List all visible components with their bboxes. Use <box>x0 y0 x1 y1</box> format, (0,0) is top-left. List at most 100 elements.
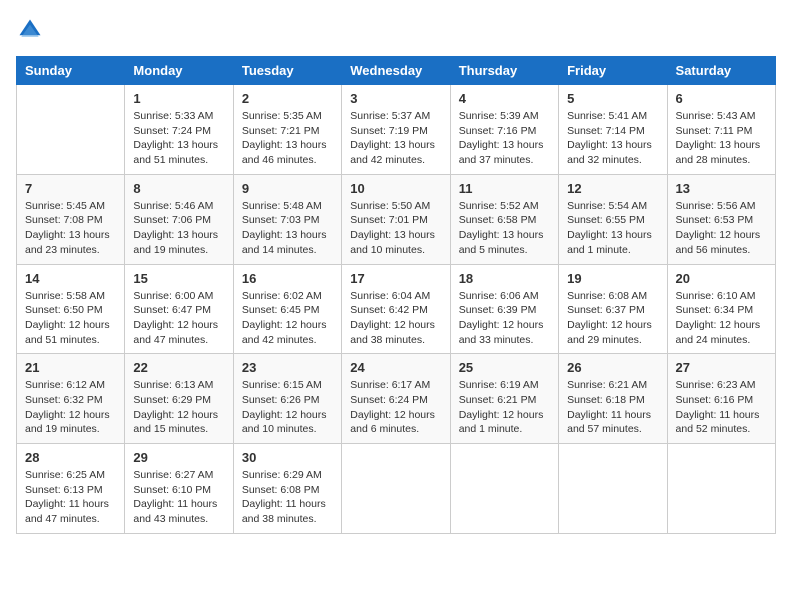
day-info: Sunrise: 6:27 AMSunset: 6:10 PMDaylight:… <box>133 468 224 527</box>
calendar-cell: 28 Sunrise: 6:25 AMSunset: 6:13 PMDayligh… <box>17 444 125 534</box>
weekday-header-sunday: Sunday <box>17 57 125 85</box>
day-number: 6 <box>676 91 767 106</box>
day-number: 16 <box>242 271 333 286</box>
calendar-cell: 2 Sunrise: 5:35 AMSunset: 7:21 PMDaylight… <box>233 85 341 175</box>
day-number: 1 <box>133 91 224 106</box>
day-number: 27 <box>676 360 767 375</box>
calendar-cell: 14 Sunrise: 5:58 AMSunset: 6:50 PMDayligh… <box>17 264 125 354</box>
calendar-cell: 24 Sunrise: 6:17 AMSunset: 6:24 PMDayligh… <box>342 354 450 444</box>
calendar-cell: 23 Sunrise: 6:15 AMSunset: 6:26 PMDayligh… <box>233 354 341 444</box>
day-info: Sunrise: 5:56 AMSunset: 6:53 PMDaylight:… <box>676 199 767 258</box>
day-number: 24 <box>350 360 441 375</box>
day-number: 11 <box>459 181 550 196</box>
day-number: 9 <box>242 181 333 196</box>
calendar-cell <box>667 444 775 534</box>
day-info: Sunrise: 6:12 AMSunset: 6:32 PMDaylight:… <box>25 378 116 437</box>
calendar-cell: 3 Sunrise: 5:37 AMSunset: 7:19 PMDaylight… <box>342 85 450 175</box>
day-info: Sunrise: 5:54 AMSunset: 6:55 PMDaylight:… <box>567 199 658 258</box>
day-info: Sunrise: 6:02 AMSunset: 6:45 PMDaylight:… <box>242 289 333 348</box>
day-info: Sunrise: 5:37 AMSunset: 7:19 PMDaylight:… <box>350 109 441 168</box>
calendar-table: SundayMondayTuesdayWednesdayThursdayFrid… <box>16 56 776 534</box>
calendar-cell: 16 Sunrise: 6:02 AMSunset: 6:45 PMDayligh… <box>233 264 341 354</box>
day-number: 29 <box>133 450 224 465</box>
day-number: 8 <box>133 181 224 196</box>
calendar-cell: 13 Sunrise: 5:56 AMSunset: 6:53 PMDayligh… <box>667 174 775 264</box>
calendar-cell <box>342 444 450 534</box>
day-info: Sunrise: 5:58 AMSunset: 6:50 PMDaylight:… <box>25 289 116 348</box>
day-info: Sunrise: 5:41 AMSunset: 7:14 PMDaylight:… <box>567 109 658 168</box>
day-info: Sunrise: 5:45 AMSunset: 7:08 PMDaylight:… <box>25 199 116 258</box>
calendar-cell: 29 Sunrise: 6:27 AMSunset: 6:10 PMDayligh… <box>125 444 233 534</box>
calendar-cell: 4Sunrise: 5:39 AMSunset: 7:16 PMDaylight… <box>450 85 558 175</box>
calendar-cell <box>17 85 125 175</box>
day-number: 23 <box>242 360 333 375</box>
day-info: Sunrise: 5:50 AMSunset: 7:01 PMDaylight:… <box>350 199 441 258</box>
day-info: Sunrise: 6:08 AMSunset: 6:37 PMDaylight:… <box>567 289 658 348</box>
weekday-header-friday: Friday <box>559 57 667 85</box>
day-number: 12 <box>567 181 658 196</box>
day-info: Sunrise: 5:48 AMSunset: 7:03 PMDaylight:… <box>242 199 333 258</box>
calendar-week-row: 1Sunrise: 5:33 AMSunset: 7:24 PMDaylight… <box>17 85 776 175</box>
day-info: Sunrise: 6:06 AMSunset: 6:39 PMDaylight:… <box>459 289 550 348</box>
day-number: 22 <box>133 360 224 375</box>
day-info: Sunrise: 5:46 AMSunset: 7:06 PMDaylight:… <box>133 199 224 258</box>
calendar-cell: 18 Sunrise: 6:06 AMSunset: 6:39 PMDayligh… <box>450 264 558 354</box>
calendar-week-row: 7 Sunrise: 5:45 AMSunset: 7:08 PMDaylight… <box>17 174 776 264</box>
day-info: Sunrise: 6:25 AMSunset: 6:13 PMDaylight:… <box>25 468 116 527</box>
day-number: 20 <box>676 271 767 286</box>
logo <box>16 16 48 44</box>
calendar-cell: 12 Sunrise: 5:54 AMSunset: 6:55 PMDayligh… <box>559 174 667 264</box>
day-info: Sunrise: 6:10 AMSunset: 6:34 PMDaylight:… <box>676 289 767 348</box>
calendar-cell: 6 Sunrise: 5:43 AMSunset: 7:11 PMDaylight… <box>667 85 775 175</box>
calendar-cell <box>559 444 667 534</box>
calendar-cell: 8 Sunrise: 5:46 AMSunset: 7:06 PMDaylight… <box>125 174 233 264</box>
day-info: Sunrise: 6:29 AMSunset: 6:08 PMDaylight:… <box>242 468 333 527</box>
day-info: Sunrise: 6:15 AMSunset: 6:26 PMDaylight:… <box>242 378 333 437</box>
calendar-cell: 21Sunrise: 6:12 AMSunset: 6:32 PMDayligh… <box>17 354 125 444</box>
day-number: 19 <box>567 271 658 286</box>
day-number: 2 <box>242 91 333 106</box>
weekday-header-wednesday: Wednesday <box>342 57 450 85</box>
day-number: 25 <box>459 360 550 375</box>
day-number: 18 <box>459 271 550 286</box>
calendar-week-row: 21Sunrise: 6:12 AMSunset: 6:32 PMDayligh… <box>17 354 776 444</box>
calendar-cell: 10 Sunrise: 5:50 AMSunset: 7:01 PMDayligh… <box>342 174 450 264</box>
day-number: 10 <box>350 181 441 196</box>
calendar-cell <box>450 444 558 534</box>
calendar-cell: 15 Sunrise: 6:00 AMSunset: 6:47 PMDayligh… <box>125 264 233 354</box>
day-info: Sunrise: 6:04 AMSunset: 6:42 PMDaylight:… <box>350 289 441 348</box>
calendar-week-row: 14 Sunrise: 5:58 AMSunset: 6:50 PMDayligh… <box>17 264 776 354</box>
calendar-cell: 20 Sunrise: 6:10 AMSunset: 6:34 PMDayligh… <box>667 264 775 354</box>
page-header <box>16 16 776 44</box>
day-info: Sunrise: 6:23 AMSunset: 6:16 PMDaylight:… <box>676 378 767 437</box>
calendar-cell: 1Sunrise: 5:33 AMSunset: 7:24 PMDaylight… <box>125 85 233 175</box>
day-number: 7 <box>25 181 116 196</box>
day-info: Sunrise: 6:13 AMSunset: 6:29 PMDaylight:… <box>133 378 224 437</box>
calendar-cell: 26Sunrise: 6:21 AMSunset: 6:18 PMDayligh… <box>559 354 667 444</box>
logo-icon <box>16 16 44 44</box>
calendar-week-row: 28 Sunrise: 6:25 AMSunset: 6:13 PMDayligh… <box>17 444 776 534</box>
weekday-header-thursday: Thursday <box>450 57 558 85</box>
day-number: 13 <box>676 181 767 196</box>
day-info: Sunrise: 5:43 AMSunset: 7:11 PMDaylight:… <box>676 109 767 168</box>
day-info: Sunrise: 6:21 AMSunset: 6:18 PMDaylight:… <box>567 378 658 437</box>
day-number: 14 <box>25 271 116 286</box>
calendar-cell: 17Sunrise: 6:04 AMSunset: 6:42 PMDayligh… <box>342 264 450 354</box>
calendar-cell: 9 Sunrise: 5:48 AMSunset: 7:03 PMDaylight… <box>233 174 341 264</box>
day-number: 4 <box>459 91 550 106</box>
calendar-cell: 11Sunrise: 5:52 AMSunset: 6:58 PMDayligh… <box>450 174 558 264</box>
weekday-header-monday: Monday <box>125 57 233 85</box>
weekday-header-saturday: Saturday <box>667 57 775 85</box>
day-info: Sunrise: 6:00 AMSunset: 6:47 PMDaylight:… <box>133 289 224 348</box>
calendar-cell: 5 Sunrise: 5:41 AMSunset: 7:14 PMDaylight… <box>559 85 667 175</box>
calendar-header-row: SundayMondayTuesdayWednesdayThursdayFrid… <box>17 57 776 85</box>
day-number: 28 <box>25 450 116 465</box>
day-info: Sunrise: 6:17 AMSunset: 6:24 PMDaylight:… <box>350 378 441 437</box>
day-info: Sunrise: 6:19 AMSunset: 6:21 PMDaylight:… <box>459 378 550 437</box>
day-info: Sunrise: 5:35 AMSunset: 7:21 PMDaylight:… <box>242 109 333 168</box>
day-number: 15 <box>133 271 224 286</box>
day-number: 3 <box>350 91 441 106</box>
day-number: 5 <box>567 91 658 106</box>
weekday-header-tuesday: Tuesday <box>233 57 341 85</box>
day-number: 30 <box>242 450 333 465</box>
